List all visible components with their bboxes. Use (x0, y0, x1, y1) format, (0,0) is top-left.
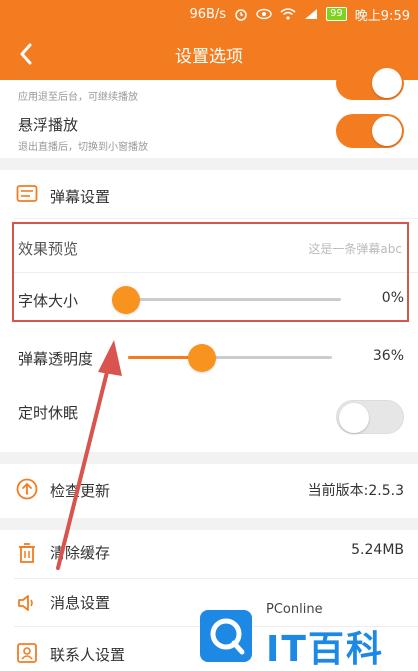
opacity-value: 36% (372, 348, 404, 364)
network-speed: 96B/s (189, 6, 227, 22)
pconline-logo-icon (200, 610, 252, 662)
status-bar: 96B/s 99 晚上9:59 (0, 0, 418, 28)
toggle-knob (372, 116, 402, 146)
danmaku-icon (16, 184, 38, 206)
watermark: PConline IT百科 (196, 598, 418, 671)
watermark-brand: PConline (266, 602, 323, 617)
eye-icon (256, 8, 272, 20)
wifi-icon (280, 8, 296, 20)
background-play-row: 应用退至后台，可继续播放 (0, 66, 418, 104)
battery-indicator: 99 (326, 7, 347, 21)
opacity-label: 弹幕透明度 (18, 350, 94, 368)
update-section: 检查更新 当前版本:2.5.3 (0, 464, 418, 518)
background-play-toggle[interactable] (336, 66, 404, 100)
check-update-label: 检查更新 (50, 482, 111, 500)
float-play-label: 悬浮播放 (18, 116, 79, 134)
version-value: 当前版本:2.5.3 (307, 483, 404, 499)
float-play-toggle[interactable] (336, 114, 404, 148)
signal-icon (304, 8, 318, 20)
divider (14, 218, 418, 219)
background-play-desc: 应用退至后台，可继续播放 (18, 92, 138, 103)
toggle-knob (339, 403, 369, 433)
sleep-label: 定时休眠 (18, 404, 79, 422)
message-settings-label: 消息设置 (50, 594, 111, 612)
danmaku-header-title: 弹幕设置 (50, 188, 111, 206)
chevron-left-icon (20, 43, 32, 65)
playback-section: 应用退至后台，可继续播放 悬浮播放 退出直播后，切换到小窗播放 (0, 66, 418, 158)
check-update-row[interactable]: 检查更新 当前版本:2.5.3 (0, 464, 418, 518)
contact-icon (16, 642, 38, 664)
watermark-text: IT百科 (266, 629, 384, 670)
clear-cache-row[interactable]: 清除缓存 5.24MB (0, 530, 418, 578)
opacity-slider-knob[interactable] (188, 344, 216, 372)
arrow-up-circle-icon (16, 478, 38, 500)
float-play-row: 悬浮播放 退出直播后，切换到小窗播放 (0, 104, 418, 158)
opacity-row: 弹幕透明度 36% (0, 332, 418, 382)
cache-size-value: 5.24MB (351, 542, 404, 558)
divider (14, 578, 418, 579)
toggle-knob (372, 68, 402, 98)
speaker-icon (16, 592, 38, 614)
clock: 晚上9:59 (354, 8, 410, 24)
danmaku-header-row: 弹幕设置 (0, 170, 418, 218)
trash-icon (16, 542, 38, 564)
float-play-desc: 退出直播后，切换到小窗播放 (18, 142, 148, 153)
clear-cache-label: 清除缓存 (50, 544, 111, 562)
alarm-icon (234, 7, 248, 21)
contacts-settings-label: 联系人设置 (50, 646, 126, 664)
sleep-toggle[interactable] (336, 400, 404, 434)
highlight-box (12, 222, 409, 322)
page-title: 设置选项 (175, 46, 243, 67)
sleep-row: 定时休眠 (0, 392, 418, 448)
back-button[interactable] (12, 40, 40, 68)
